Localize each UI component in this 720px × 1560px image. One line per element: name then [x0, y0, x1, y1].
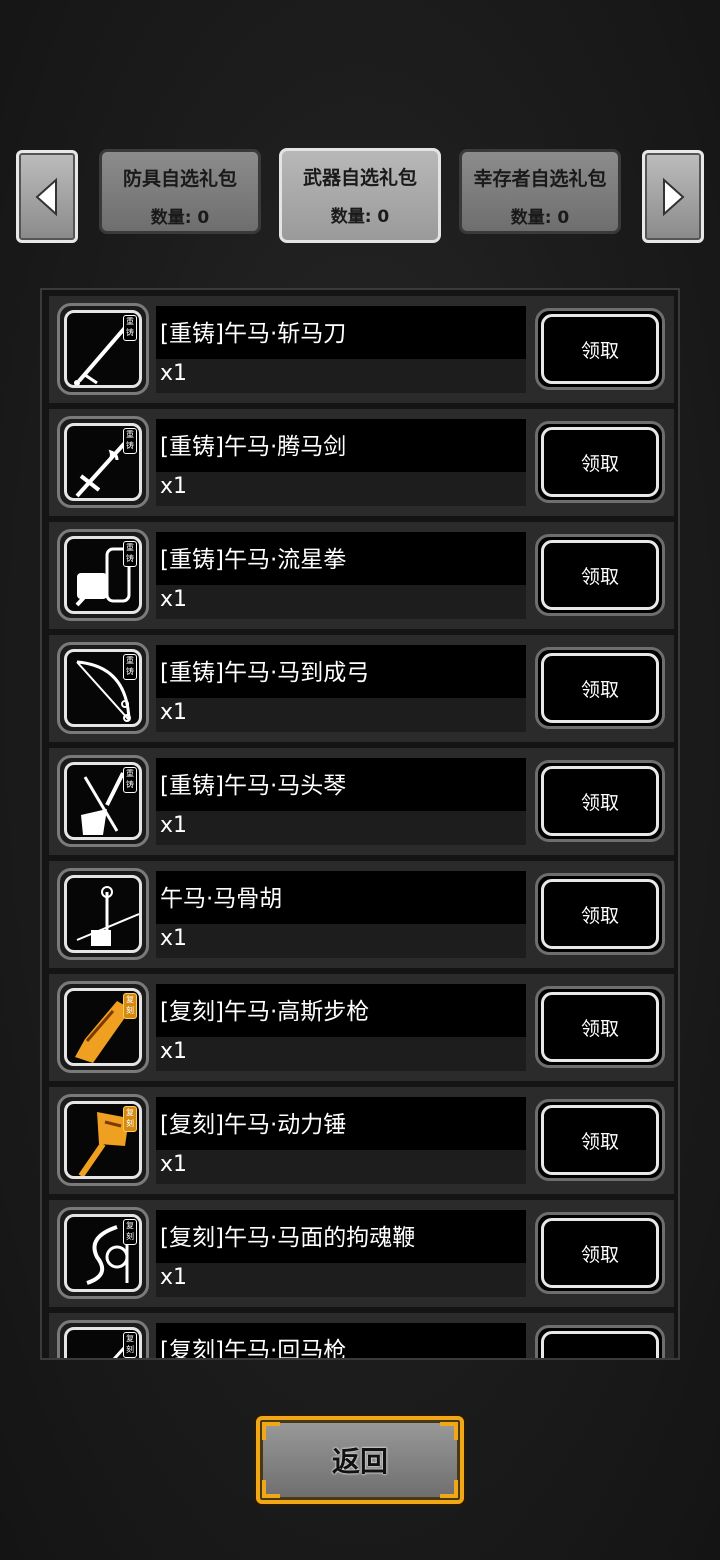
- item-quantity: x1: [156, 472, 526, 506]
- item-quantity: x1: [156, 698, 526, 732]
- tab-count: 数量: 0: [510, 208, 570, 228]
- reissue-badge: 复刻: [123, 1219, 137, 1245]
- item-quantity: x1: [156, 924, 526, 958]
- claim-button[interactable]: 领取: [535, 760, 665, 842]
- tab-count: 数量: 0: [330, 207, 390, 227]
- tab-title: 幸存者自选礼包: [473, 168, 607, 190]
- item-name: [复刻]午马·马面的拘魂鞭: [156, 1210, 526, 1263]
- frame-corner: [262, 1480, 280, 1498]
- claim-button[interactable]: 领取: [535, 1212, 665, 1294]
- item-quantity: x1: [156, 585, 526, 619]
- next-tab-button[interactable]: [642, 150, 704, 243]
- item-icon-frame: 复刻: [57, 1207, 149, 1299]
- list-item: 复刻 [复刻]午马·高斯步枪 x1 领取: [49, 974, 674, 1081]
- item-name: [复刻]午马·回马枪: [156, 1323, 526, 1358]
- item-icon-frame: 重铸: [57, 755, 149, 847]
- reissue-badge: 复刻: [123, 1106, 137, 1132]
- tab-title: 武器自选礼包: [302, 167, 417, 189]
- item-quantity: x1: [156, 1263, 526, 1297]
- recast-badge: 重铸: [123, 428, 137, 454]
- claim-button[interactable]: 领取: [535, 873, 665, 955]
- item-icon-frame: [57, 868, 149, 960]
- item-name: [重铸]午马·流星拳: [156, 532, 526, 585]
- item-quantity: x1: [156, 1150, 526, 1184]
- item-name: [复刻]午马·高斯步枪: [156, 984, 526, 1037]
- item-icon-frame: 重铸: [57, 303, 149, 395]
- frame-corner: [262, 1422, 280, 1440]
- item-icon-frame: 重铸: [57, 642, 149, 734]
- chevron-left-icon: [35, 177, 57, 216]
- list-item: 重铸 [重铸]午马·腾马剑 x1 领取: [49, 409, 674, 516]
- list-item: 复刻 [复刻]午马·回马枪 x1 领取: [49, 1313, 674, 1358]
- item-icon-frame: 复刻: [57, 981, 149, 1073]
- gift-pack-tab-bar: 防具自选礼包 数量: 0 武器自选礼包 数量: 0 幸存者自选礼包 数量: 0: [0, 148, 720, 244]
- recast-badge: 重铸: [123, 654, 137, 680]
- list-item: 复刻 [复刻]午马·动力锤 x1 领取: [49, 1087, 674, 1194]
- tab-title: 防具自选礼包: [122, 168, 237, 190]
- list-item: 重铸 [重铸]午马·斩马刀 x1 领取: [49, 296, 674, 403]
- claim-button[interactable]: 领取: [535, 421, 665, 503]
- list-item: 重铸 [重铸]午马·马头琴 x1 领取: [49, 748, 674, 855]
- claim-button[interactable]: 领取: [535, 1099, 665, 1181]
- claim-button[interactable]: 领取: [535, 986, 665, 1068]
- frame-corner: [440, 1480, 458, 1498]
- tab-survivor-pack[interactable]: 幸存者自选礼包 数量: 0: [459, 149, 621, 234]
- tab-weapon-pack[interactable]: 武器自选礼包 数量: 0: [279, 148, 441, 243]
- item-icon-frame: 复刻: [57, 1094, 149, 1186]
- recast-badge: 重铸: [123, 541, 137, 567]
- list-item: 复刻 [复刻]午马·马面的拘魂鞭 x1 领取: [49, 1200, 674, 1307]
- item-icon-frame: 重铸: [57, 529, 149, 621]
- list-item: 重铸 [重铸]午马·马到成弓 x1 领取: [49, 635, 674, 742]
- tab-count: 数量: 0: [150, 208, 210, 228]
- item-name: [重铸]午马·马头琴: [156, 758, 526, 811]
- claim-button[interactable]: 领取: [535, 647, 665, 729]
- item-name: 午马·马骨胡: [156, 871, 526, 924]
- reward-list[interactable]: 重铸 [重铸]午马·斩马刀 x1 领取 重铸 [重铸]午马·腾马剑 x1 领取: [40, 288, 680, 1360]
- reissue-badge: 复刻: [123, 993, 137, 1019]
- claim-button[interactable]: 领取: [535, 534, 665, 616]
- item-quantity: x1: [156, 811, 526, 845]
- item-name: [重铸]午马·腾马剑: [156, 419, 526, 472]
- prev-tab-button[interactable]: [16, 150, 78, 243]
- item-quantity: x1: [156, 1037, 526, 1071]
- recast-badge: 重铸: [123, 315, 137, 341]
- item-icon-frame: 复刻: [57, 1320, 149, 1358]
- reissue-badge: 复刻: [123, 1332, 137, 1358]
- item-name: [重铸]午马·马到成弓: [156, 645, 526, 698]
- chevron-right-icon: [663, 177, 685, 216]
- list-item: 午马·马骨胡 x1 领取: [49, 861, 674, 968]
- frame-corner: [440, 1422, 458, 1440]
- erhu-icon: [76, 886, 139, 946]
- tab-armor-pack[interactable]: 防具自选礼包 数量: 0: [99, 149, 261, 234]
- claim-button[interactable]: 领取: [535, 1325, 665, 1358]
- item-quantity: x1: [156, 359, 526, 393]
- back-button-label: 返回: [331, 1445, 388, 1478]
- item-name: [复刻]午马·动力锤: [156, 1097, 526, 1150]
- list-item: 重铸 [重铸]午马·流星拳 x1 领取: [49, 522, 674, 629]
- item-icon-frame: 重铸: [57, 416, 149, 508]
- claim-button[interactable]: 领取: [535, 308, 665, 390]
- back-button[interactable]: 返回: [256, 1416, 464, 1504]
- recast-badge: 重铸: [123, 767, 137, 793]
- item-name: [重铸]午马·斩马刀: [156, 306, 526, 359]
